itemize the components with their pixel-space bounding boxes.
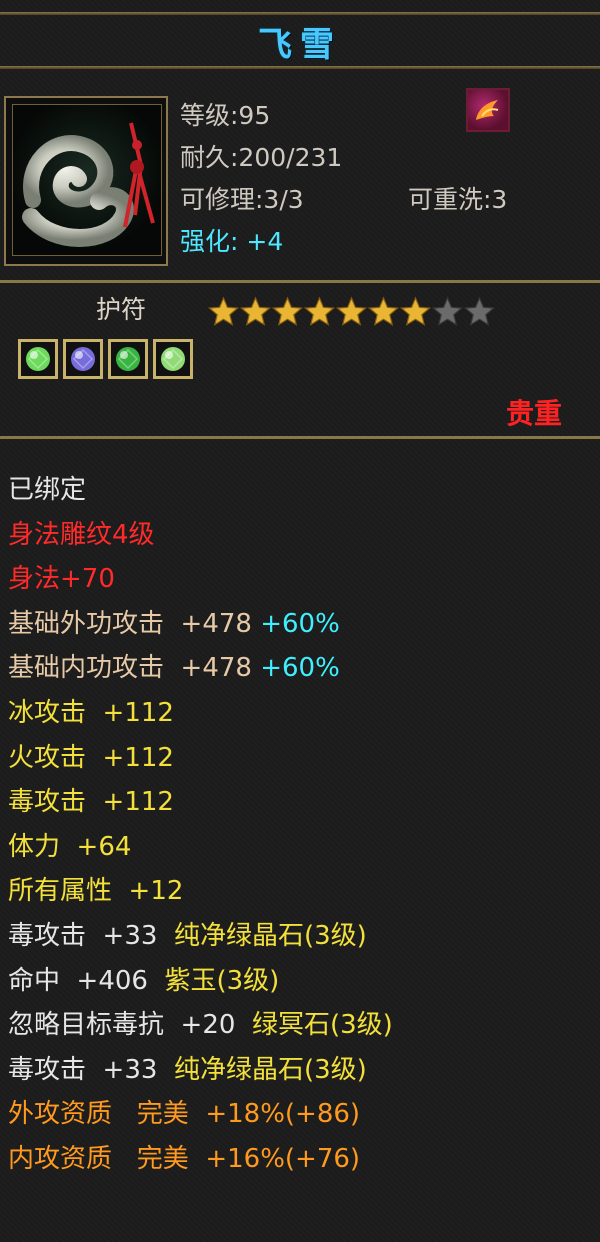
- item-durability: 耐久:200/231: [180, 143, 343, 172]
- attribute-text: 忽略目标毒抗 +20: [8, 1010, 252, 1041]
- green-crystal-gem-icon[interactable]: [18, 339, 58, 379]
- attribute-row: 毒攻击 +33 纯净绿晶石(3级): [8, 1048, 598, 1093]
- attribute-row: 所有属性 +12: [8, 869, 598, 914]
- enhance-value: +4: [246, 227, 284, 256]
- attribute-row: 命中 +406 紫玉(3级): [8, 959, 598, 1004]
- phoenix-emblem-icon: [466, 88, 510, 132]
- enhance-label: 强化:: [180, 227, 239, 256]
- attribute-row: 身法+70: [8, 557, 598, 602]
- attribute-row: 基础外功攻击 +478 +60%: [8, 602, 598, 647]
- attribute-text: 毒攻击 +112: [8, 787, 174, 818]
- attribute-text: +60%: [260, 608, 340, 639]
- attribute-text: 内攻资质 完美 +16%(+76): [8, 1143, 361, 1174]
- green-crystal-gem-icon[interactable]: [153, 339, 193, 379]
- star-filled-icon: [272, 296, 303, 327]
- attribute-text: 绿冥石(3级): [251, 1010, 393, 1041]
- attribute-text: 基础外功攻击 +478: [8, 608, 261, 639]
- attribute-row: 火攻击 +112: [8, 736, 598, 781]
- item-rewashable: 可重洗:3: [408, 185, 508, 214]
- item-type: 护符: [96, 295, 147, 324]
- item-portrait-frame: [4, 96, 168, 266]
- jade-amulet-icon: [12, 104, 162, 256]
- purple-jade-gem-icon[interactable]: [63, 339, 103, 379]
- attribute-row: 毒攻击 +112: [8, 780, 598, 825]
- attribute-row: 基础内功攻击 +478 +60%: [8, 646, 598, 691]
- attribute-row: 忽略目标毒抗 +20 绿冥石(3级): [8, 1003, 598, 1048]
- star-filled-icon: [240, 296, 271, 327]
- enhance-row: 强化: +4: [180, 222, 283, 258]
- gem-slots: [18, 339, 193, 379]
- star-filled-icon: [304, 296, 335, 327]
- attribute-row: 外攻资质 完美 +18%(+86): [8, 1092, 598, 1137]
- attribute-text: 外攻资质 完美 +18%(+86): [8, 1099, 361, 1130]
- star-filled-icon: [208, 296, 239, 327]
- attribute-text: 毒攻击 +33: [8, 1054, 174, 1085]
- attribute-text: 纯净绿晶石(3级): [173, 1054, 367, 1085]
- star-empty-icon: [432, 296, 463, 327]
- attribute-row: 体力 +64: [8, 825, 598, 870]
- star-filled-icon: [368, 296, 399, 327]
- attribute-text: 火攻击 +112: [8, 742, 174, 773]
- attribute-text: 基础内功攻击 +478: [8, 653, 261, 684]
- attribute-list: 已绑定 身法雕纹4级 身法+70 基础外功攻击 +478 +60% 基础内功攻击 +47…: [8, 468, 598, 1182]
- star-empty-icon: [464, 296, 495, 327]
- star-filled-icon: [400, 296, 431, 327]
- star-rating: [208, 296, 495, 327]
- section-divider-2: [0, 436, 600, 439]
- attribute-text: 身法+70: [8, 564, 115, 595]
- attribute-row: 已绑定: [8, 468, 598, 513]
- title-divider: [0, 66, 600, 69]
- attribute-row: 身法雕纹4级: [8, 513, 598, 558]
- attribute-row: 冰攻击 +112: [8, 691, 598, 736]
- attribute-text: 冰攻击 +112: [8, 697, 174, 728]
- item-tooltip-panel: 飞雪 等级:95 耐久:200/231 可修理:3/3 可重洗:3 强化: +4…: [0, 0, 600, 1242]
- item-level: 等级:95: [180, 101, 271, 130]
- attribute-text: 紫玉(3级): [164, 965, 280, 996]
- attribute-row: 毒攻击 +33 纯净绿晶石(3级): [8, 914, 598, 959]
- attribute-text: 身法雕纹4级: [8, 519, 155, 550]
- attribute-text: +60%: [260, 653, 340, 684]
- attribute-text: 已绑定: [8, 475, 87, 505]
- attribute-row: 内攻资质 完美 +16%(+76): [8, 1137, 598, 1182]
- section-divider-1: [0, 280, 600, 283]
- item-name: 飞雪: [258, 25, 342, 65]
- attribute-text: 毒攻击 +33: [8, 920, 174, 951]
- top-border: [0, 12, 600, 15]
- star-filled-icon: [336, 296, 367, 327]
- green-dark-stone-gem-icon[interactable]: [108, 339, 148, 379]
- rarity-label: 贵重: [505, 397, 562, 430]
- attribute-text: 命中 +406: [8, 965, 165, 996]
- item-repairable: 可修理:3/3: [180, 185, 304, 214]
- attribute-text: 所有属性 +12: [8, 876, 184, 907]
- attribute-text: 体力 +64: [8, 831, 132, 862]
- title-bar: 飞雪: [0, 18, 600, 66]
- attribute-text: 纯净绿晶石(3级): [173, 920, 367, 951]
